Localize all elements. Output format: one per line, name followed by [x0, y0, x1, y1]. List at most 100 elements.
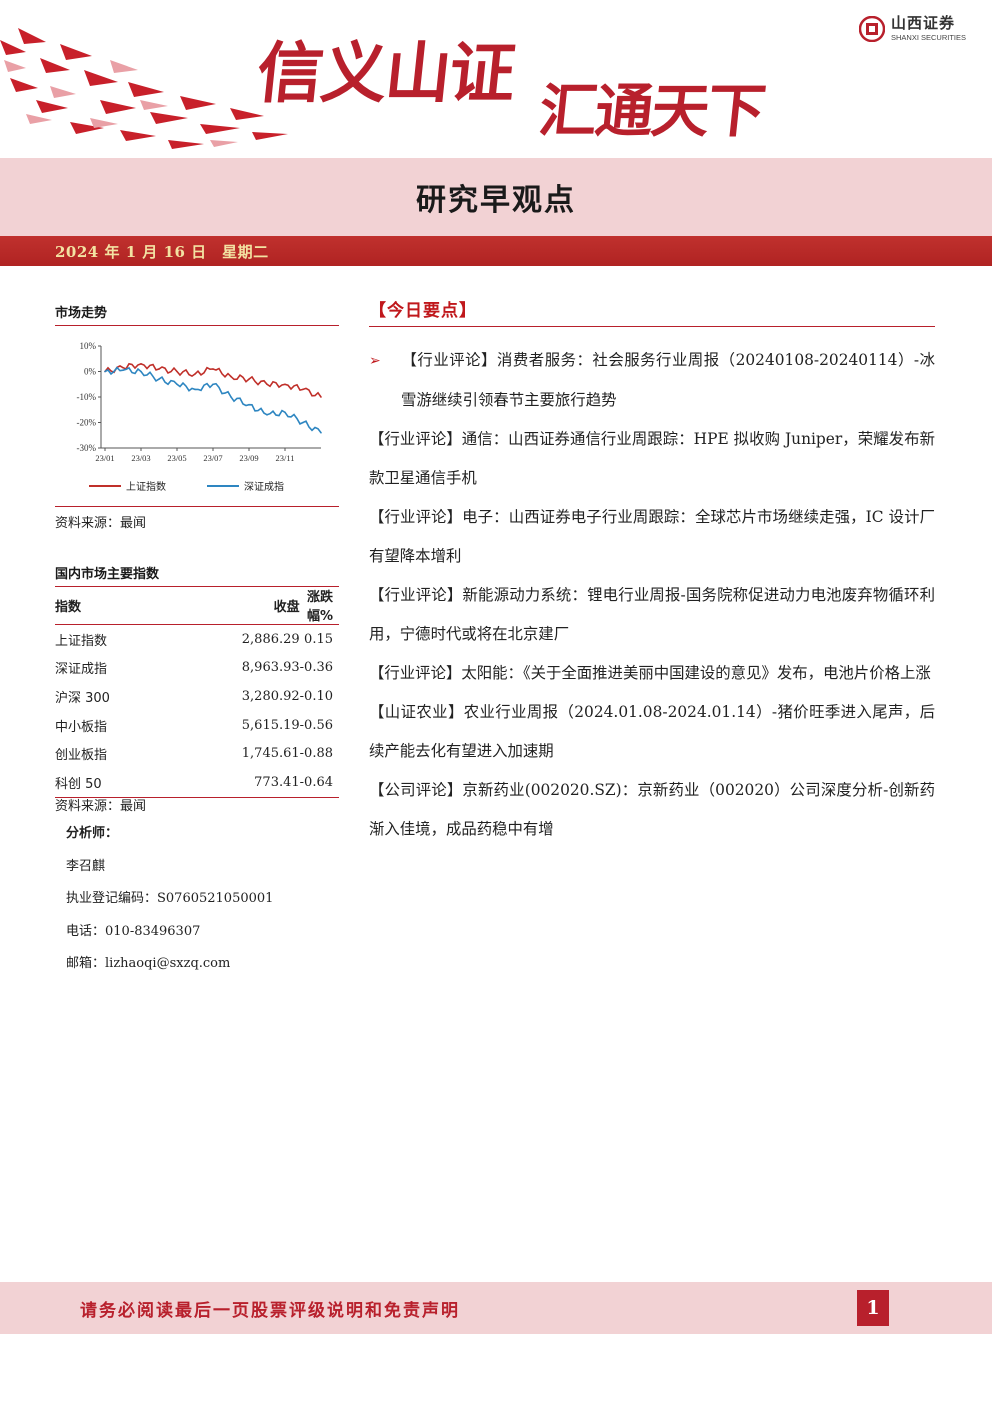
table-row: 上证指数 2,886.29 0.15 [55, 625, 339, 654]
table-row: 深证成指 8,963.93 -0.36 [55, 654, 339, 683]
index-change: -0.56 [299, 717, 333, 733]
data-point [302, 388, 304, 391]
market-source: 资料来源：最闻 [55, 516, 147, 531]
page-number: 1 [857, 1290, 889, 1326]
data-point [212, 368, 214, 370]
disclaimer-notice: 请务必阅读最后一页股票评级说明和免责声明 [80, 1301, 460, 1321]
logo-name-en: SHANXI SECURITIES [890, 33, 966, 43]
data-point [248, 378, 250, 380]
data-point [176, 383, 178, 386]
data-point [284, 411, 286, 414]
data-point [158, 378, 160, 380]
col-header-change: 涨跌幅% [299, 586, 339, 625]
analyst-email[interactable]: 邮箱：lizhaoqi@sxzq.com [66, 952, 273, 985]
slogan-part2: 汇通天下 [535, 77, 768, 145]
key-point[interactable]: 【行业评论】太阳能：《关于全面推进美丽中国建设的意见》发布，电池片价格上涨 [369, 654, 935, 693]
data-point [194, 373, 196, 375]
analyst-info: 分析师： 李召麒 执业登记编码：S0760521050001 电话：010-83… [66, 822, 273, 985]
analyst-label: 分析师： [66, 826, 119, 841]
index-table: 指数 收盘 涨跌幅% 上证指数 2,886.29 0.15 深证成指 8,963… [55, 586, 339, 798]
x-tick-label: 23/05 [167, 453, 186, 463]
company-logo: 山西证券 SHANXI SECURITIES [858, 14, 966, 43]
data-point [194, 388, 196, 391]
col-header-index: 指数 [55, 586, 164, 625]
index-name: 创业板指 [55, 748, 108, 764]
data-point [104, 370, 106, 373]
analyst-phone: 电话：010-83496307 [66, 923, 201, 939]
x-tick-label: 23/03 [131, 453, 150, 463]
flying-birds-decoration [0, 28, 288, 149]
data-point [266, 414, 268, 416]
index-name: 科创 50 [55, 767, 164, 798]
y-tick-label: 0% [84, 367, 97, 377]
chart-divider [55, 506, 339, 507]
index-table-heading: 国内市场主要指数 [55, 563, 339, 587]
key-point[interactable]: 【公司评论】京新药业(002020.SZ)：京新药业（002020）公司深度分析… [369, 771, 935, 849]
logo-name-cn: 山西证券 [890, 14, 955, 33]
data-point [320, 396, 322, 398]
data-point [122, 369, 124, 372]
data-point [176, 370, 178, 373]
key-point[interactable]: 【行业评论】新能源动力系统：锂电行业周报-国务院称促进动力电池废弃物循环利用，宁… [369, 576, 935, 654]
data-point [248, 403, 250, 406]
data-point [284, 383, 286, 386]
footer-band: 请务必阅读最后一页股票评级说明和免责声明 1 [0, 1282, 992, 1334]
table-row: 科创 50 773.41 -0.64 [55, 767, 339, 798]
arrow-bullet-icon: ➢ [369, 353, 381, 369]
market-trend-heading: 市场走势 [55, 302, 339, 326]
key-point[interactable]: 【山证农业】农业行业周报（2024.01.08-2024.01.14）-猪价旺季… [369, 693, 935, 771]
legend-label: 上证指数 [126, 480, 166, 493]
data-point [122, 366, 124, 369]
table-row: 沪深 300 3,280.92 -0.10 [55, 682, 339, 711]
index-source: 资料来源：最闻 [55, 799, 147, 814]
y-tick-label: -10% [77, 392, 97, 402]
index-close: 773.41 [163, 767, 300, 798]
y-tick-label: 10% [80, 341, 97, 351]
market-trend-chart: 10% 0% -10% -20% -30%23/01 23/03 23/05 23/07 23/… [77, 341, 322, 493]
data-point [302, 421, 304, 424]
index-name: 深证成指 [55, 662, 108, 678]
data-point [158, 368, 160, 370]
legend-label: 深证成指 [244, 480, 284, 493]
index-change: -0.36 [299, 660, 333, 676]
index-change: 0.15 [304, 631, 333, 647]
data-point [320, 431, 322, 434]
col-header-close: 收盘 [163, 586, 300, 625]
x-tick-label: 23/01 [95, 453, 114, 463]
index-name: 上证指数 [55, 633, 108, 649]
date-band: 2024 年 1 月 16 日 星期二 [0, 236, 992, 266]
data-point [230, 396, 232, 398]
table-row: 中小板指 5,615.19 -0.56 [55, 711, 339, 740]
today-key-points-heading: 【今日要点】 [369, 296, 935, 327]
index-close: 3,280.92 [241, 688, 300, 704]
index-change: -0.88 [299, 746, 333, 762]
report-date: 2024 年 1 月 16 日 星期二 [55, 243, 269, 261]
key-point[interactable]: ➢ 【行业评论】消费者服务：社会服务行业周报（20240108-20240114）… [369, 341, 935, 420]
analyst-name: 李召麒 [66, 858, 106, 874]
analyst-license: 执业登记编码：S0760521050001 [66, 891, 274, 906]
index-name: 沪深 300 [55, 690, 110, 706]
x-tick-label: 23/07 [203, 453, 222, 463]
data-point [230, 375, 232, 378]
x-tick-label: 23/11 [275, 453, 294, 463]
index-name: 中小板指 [55, 719, 108, 735]
data-point [266, 383, 268, 386]
index-close: 5,615.19 [241, 717, 300, 733]
header-banner: 信义山证 汇通天下 山西证券 SHANXI SECURITIES [0, 0, 992, 160]
index-close: 1,745.61 [241, 746, 300, 762]
logo-mark-icon [858, 16, 885, 42]
key-point[interactable]: 【行业评论】电子：山西证券电子行业周跟踪：全球芯片市场继续走强，IC 设计厂有望… [369, 498, 935, 576]
table-row: 创业板指 1,745.61 -0.88 [55, 739, 339, 768]
key-points-section: 【今日要点】 ➢ 【行业评论】消费者服务：社会服务行业周报（20240108-20… [369, 296, 935, 849]
index-change: -0.64 [299, 767, 339, 798]
y-tick-label: -30% [77, 443, 97, 453]
key-point[interactable]: 【行业评论】通信：山西证券通信行业周跟踪：HPE 拟收购 Juniper，荣耀发… [369, 420, 935, 498]
series-line-2 [104, 366, 322, 434]
index-close: 2,886.29 [241, 631, 300, 647]
data-point [140, 363, 142, 365]
title-band: 研究早观点 [0, 158, 992, 236]
x-tick-label: 23/09 [239, 453, 258, 463]
page-title: 研究早观点 [416, 183, 576, 218]
data-point [140, 370, 142, 373]
index-change: -0.10 [299, 688, 333, 704]
